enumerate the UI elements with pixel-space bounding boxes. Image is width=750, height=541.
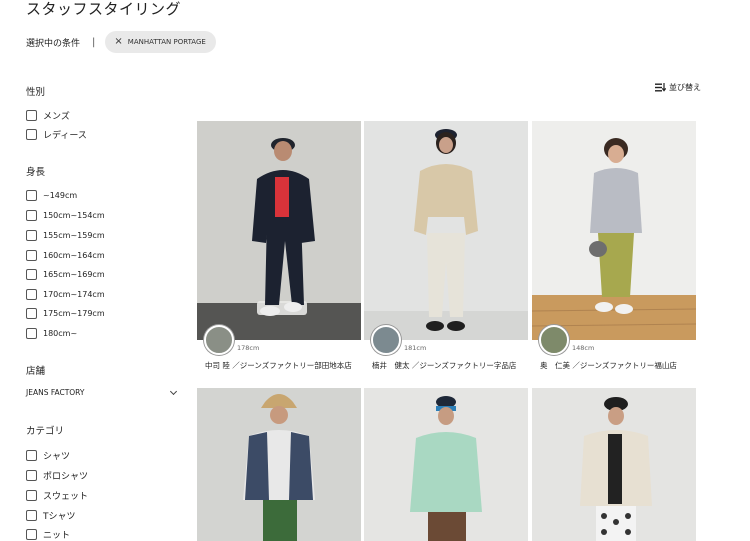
- filter-category-option[interactable]: スウェット: [26, 489, 88, 502]
- filter-height-option[interactable]: 155cm~159cm: [26, 230, 105, 241]
- checkbox-label: Tシャツ: [43, 512, 76, 522]
- styling-card[interactable]: 181cm 楠井 健太 ／ジーンズファクトリー字品店: [364, 121, 528, 371]
- checkbox[interactable]: [26, 490, 37, 501]
- styling-photo[interactable]: [364, 121, 528, 340]
- checkbox-label: 170cm~174cm: [43, 290, 105, 299]
- filter-gender-mens[interactable]: メンズ: [26, 109, 70, 122]
- filter-height-title: 身長: [26, 167, 46, 178]
- close-icon[interactable]: ×: [114, 37, 122, 47]
- checkbox[interactable]: [26, 470, 37, 481]
- staff-height: 178cm: [237, 344, 260, 352]
- filter-chip-manhattan-portage[interactable]: × MANHATTAN PORTAGE: [105, 31, 216, 53]
- styling-photo[interactable]: [197, 121, 361, 340]
- checkbox[interactable]: [26, 250, 37, 261]
- conditions-label: 選択中の条件: [26, 38, 81, 49]
- filter-height-option[interactable]: 165cm~169cm: [26, 269, 105, 280]
- styling-photo[interactable]: [532, 388, 696, 541]
- styling-photo[interactable]: [197, 388, 361, 541]
- filter-height-option[interactable]: ~149cm: [26, 190, 77, 201]
- checkbox-label: 165cm~169cm: [43, 270, 105, 279]
- checkbox[interactable]: [26, 190, 37, 201]
- checkbox[interactable]: [26, 510, 37, 521]
- styling-card[interactable]: 178cm 中司 陸 ／ジーンズファクトリー部田地本店: [197, 121, 361, 371]
- checkbox-label: 160cm~164cm: [43, 251, 105, 260]
- styling-photo[interactable]: [532, 121, 696, 340]
- checkbox-label: ニット: [43, 531, 71, 541]
- sort-icon: [655, 83, 666, 92]
- selected-conditions: 選択中の条件 | × MANHATTAN PORTAGE: [26, 31, 216, 53]
- filter-category-option[interactable]: Tシャツ: [26, 509, 76, 522]
- filter-category-option[interactable]: シャツ: [26, 449, 70, 462]
- store-select[interactable]: JEANS FACTORY: [26, 387, 178, 397]
- filter-category-title: カテゴリ: [26, 426, 65, 437]
- checkbox-label: 180cm~: [43, 329, 78, 338]
- checkbox[interactable]: [26, 529, 37, 540]
- checkbox-label: ~149cm: [43, 191, 78, 200]
- filter-gender-ladies[interactable]: レディース: [26, 128, 87, 141]
- sort-button[interactable]: 並び替え: [655, 82, 701, 93]
- filter-height-option[interactable]: 175cm~179cm: [26, 308, 105, 319]
- filter-category-option[interactable]: ポロシャツ: [26, 469, 88, 482]
- filter-height-option[interactable]: 150cm~154cm: [26, 210, 105, 221]
- checkbox-label: シャツ: [43, 452, 71, 462]
- styling-card[interactable]: [197, 388, 361, 541]
- filter-category-option[interactable]: ニット: [26, 528, 70, 541]
- checkbox[interactable]: [26, 230, 37, 241]
- checkbox-label: 150cm~154cm: [43, 211, 105, 220]
- staff-height: 148cm: [572, 344, 595, 352]
- checkbox[interactable]: [26, 110, 37, 121]
- styling-photo[interactable]: [364, 388, 528, 541]
- staff-height: 181cm: [404, 344, 427, 352]
- staff-caption[interactable]: 中司 陸 ／ジーンズファクトリー部田地本店: [205, 360, 352, 371]
- styling-card[interactable]: [532, 388, 696, 541]
- checkbox[interactable]: [26, 289, 37, 300]
- checkbox-label: ポロシャツ: [43, 472, 89, 482]
- checkbox-label: スウェット: [43, 492, 89, 502]
- chevron-down-icon: [169, 387, 178, 395]
- styling-card[interactable]: 148cm 奥 仁美 ／ジーンズファクトリー福山店: [532, 121, 696, 371]
- staff-caption[interactable]: 奥 仁美 ／ジーンズファクトリー福山店: [540, 360, 677, 371]
- styling-card[interactable]: [364, 388, 528, 541]
- filter-chip-label: MANHATTAN PORTAGE: [127, 38, 206, 46]
- page-title: スタッフスタイリング: [26, 0, 182, 18]
- conditions-separator: |: [92, 36, 96, 48]
- checkbox[interactable]: [26, 450, 37, 461]
- avatar[interactable]: [539, 325, 569, 355]
- avatar[interactable]: [204, 325, 234, 355]
- checkbox[interactable]: [26, 328, 37, 339]
- filter-gender-title: 性別: [26, 87, 46, 98]
- checkbox[interactable]: [26, 210, 37, 221]
- sort-label: 並び替え: [669, 83, 701, 92]
- checkbox-label: 175cm~179cm: [43, 309, 105, 318]
- checkbox-label: 155cm~159cm: [43, 231, 105, 240]
- checkbox[interactable]: [26, 129, 37, 140]
- filter-height-option[interactable]: 160cm~164cm: [26, 250, 105, 261]
- filter-store-title: 店舗: [26, 366, 46, 377]
- avatar[interactable]: [371, 325, 401, 355]
- checkbox-label: メンズ: [43, 112, 70, 122]
- store-select-value: JEANS FACTORY: [26, 388, 85, 397]
- filter-height-option[interactable]: 170cm~174cm: [26, 289, 105, 300]
- checkbox[interactable]: [26, 269, 37, 280]
- staff-caption[interactable]: 楠井 健太 ／ジーンズファクトリー字品店: [372, 360, 516, 371]
- checkbox[interactable]: [26, 308, 37, 319]
- filter-height-option[interactable]: 180cm~: [26, 328, 77, 339]
- checkbox-label: レディース: [43, 131, 87, 141]
